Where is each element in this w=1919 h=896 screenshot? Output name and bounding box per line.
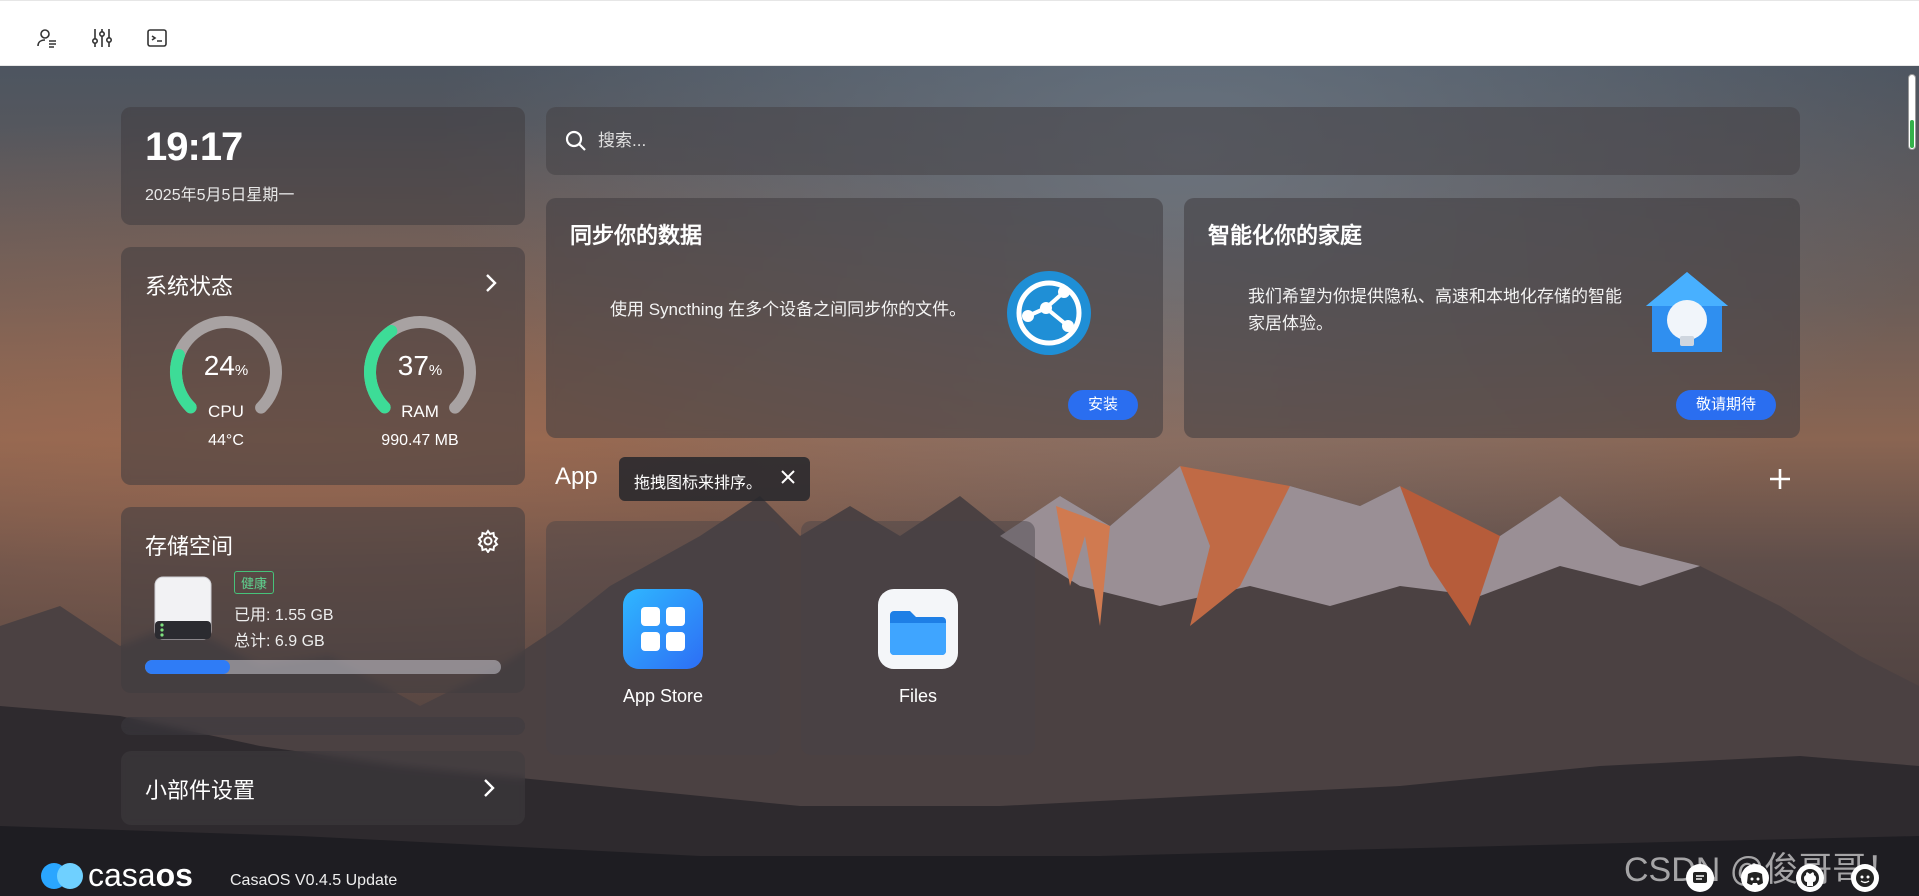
search-input[interactable] xyxy=(598,127,1198,155)
widget-settings-button[interactable]: 小部件设置 xyxy=(121,751,525,825)
ram-gauge: 37% RAM 990.47 MB xyxy=(360,312,480,452)
app-name: App Store xyxy=(622,686,704,706)
ram-label: RAM xyxy=(401,402,439,421)
top-toolbar xyxy=(0,0,1919,66)
tooltip-text: 拖拽图标来排序。 xyxy=(634,475,763,492)
install-button[interactable]: 安装 xyxy=(1068,390,1138,420)
app-name: Files xyxy=(898,686,937,706)
github-icon[interactable] xyxy=(1796,864,1824,892)
plus-icon xyxy=(1770,469,1790,489)
storage-progress-bar xyxy=(145,660,501,674)
coming-soon-button[interactable]: 敬请期待 xyxy=(1676,390,1776,420)
storage-progress-fill xyxy=(145,660,231,674)
feedback-icon[interactable] xyxy=(1686,864,1714,892)
cpu-value: 24% xyxy=(203,350,249,381)
gear-icon[interactable] xyxy=(476,529,500,554)
promo-home-title: 智能化你的家庭 xyxy=(1208,223,1363,248)
promo-home-card: 智能化你的家庭 我们希望为你提供隐私、高速和本地化存储的智能家居体验。 敬请期待 xyxy=(1184,198,1800,438)
system-status-title: 系统状态 xyxy=(145,274,234,299)
sliders-icon[interactable] xyxy=(89,25,115,51)
widget-settings-label: 小部件设置 xyxy=(145,778,256,803)
promo-sync-title: 同步你的数据 xyxy=(570,223,703,248)
scrollbar[interactable] xyxy=(1908,74,1916,150)
promo-sync-text: 使用 Syncthing 在多个设备之间同步你的文件。 xyxy=(610,300,967,319)
promo-sync-card: 同步你的数据 使用 Syncthing 在多个设备之间同步你的文件。 安装 xyxy=(546,198,1163,438)
clock-time: 19:17 xyxy=(145,125,243,169)
app-store-icon xyxy=(623,589,703,669)
drag-sort-tooltip: 拖拽图标来排序。 xyxy=(619,457,810,501)
smart-home-icon xyxy=(1642,268,1732,358)
widget-divider xyxy=(121,717,525,735)
version-link[interactable]: CasaOS V0.4.5 Update xyxy=(230,872,397,890)
storage-used: 已用: 1.55 GB xyxy=(234,607,334,624)
cpu-label: CPU xyxy=(208,402,244,421)
scrollbar-thumb[interactable] xyxy=(1910,120,1914,148)
search-icon xyxy=(564,129,588,153)
files-icon xyxy=(878,589,958,669)
app-tile-app-store[interactable]: App Store xyxy=(546,521,780,755)
terminal-icon[interactable] xyxy=(144,25,170,51)
storage-widget: 存储空间 健康 已用: 1.55 GB 总计: 6.9 GB xyxy=(121,507,525,693)
cpu-gauge: 24% CPU 44°C xyxy=(166,312,286,452)
clock-date: 2025年5月5日星期一 xyxy=(145,187,295,204)
chevron-right-icon xyxy=(477,776,501,800)
storage-total: 总计: 6.9 GB xyxy=(234,633,325,650)
syncthing-icon xyxy=(1006,270,1092,356)
app-tile-files[interactable]: Files xyxy=(801,521,1035,755)
discord-icon[interactable] xyxy=(1741,864,1769,892)
app-section-title: App xyxy=(555,463,598,490)
status-badge: 健康 xyxy=(234,571,275,594)
cpu-temperature: 44°C xyxy=(208,432,244,449)
add-app-button[interactable] xyxy=(1766,465,1794,493)
support-icon[interactable] xyxy=(1851,864,1879,892)
svg-text:casaos: casaos xyxy=(88,857,193,893)
casaos-logo: casaos xyxy=(40,856,210,896)
system-status-widget: 系统状态 24% CPU 44°C 37% RAM 990.47 MB xyxy=(121,247,525,485)
disk-drive-icon xyxy=(153,575,213,641)
clock-widget: 19:17 2025年5月5日星期一 xyxy=(121,107,525,225)
ram-value: 37% xyxy=(397,350,443,381)
search-bar xyxy=(546,107,1800,175)
user-list-icon[interactable] xyxy=(34,25,60,51)
close-icon[interactable] xyxy=(778,467,798,487)
storage-title: 存储空间 xyxy=(145,534,234,559)
promo-home-text: 我们希望为你提供隐私、高速和本地化存储的智能家居体验。 xyxy=(1248,287,1622,333)
chevron-right-icon[interactable] xyxy=(479,271,503,295)
ram-used: 990.47 MB xyxy=(381,432,459,449)
